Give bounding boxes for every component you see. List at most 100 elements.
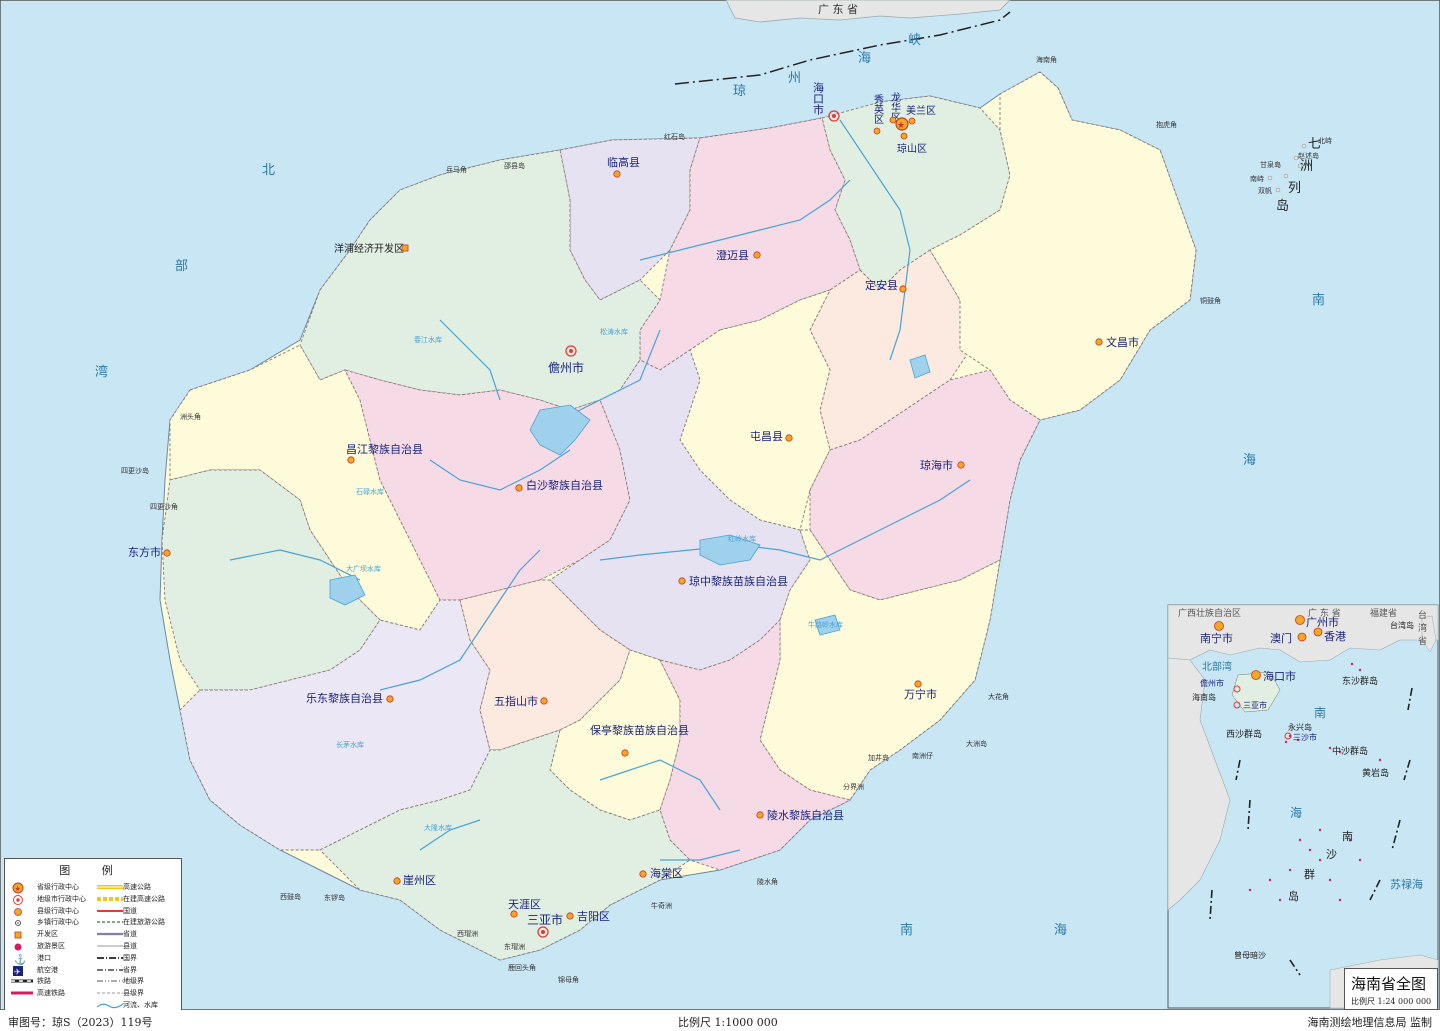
minor-label-niululing: 牛路岭水库 [808,620,843,629]
inset-title-box: 海南省全图 比例尺 1:24 000 000 [1344,968,1438,1010]
hainan-province-map: 广 东 省 海 峡 州 琼 北 部 湾 南 海 南 海 七 洲 列 岛 海口市 … [0,0,1440,1011]
place-label-lingshui: 陵水黎族自治县 [767,808,844,822]
county-symbol [11,906,33,916]
place-label-lingao: 临高县 [607,155,640,169]
minor-label-jinmu: 锦母角 [558,975,579,984]
town-symbol [11,917,33,927]
minor-label-xigu: 西鼓岛 [280,892,301,901]
minor-label-zhaoshu: 赵述岛 [1298,151,1319,160]
minor-label-chunjiang: 春江水库 [414,335,442,344]
inset-label-sansha: 三沙市 [1293,733,1317,742]
place-label-wenchang: 文昌市 [1106,335,1139,349]
inset-label-nansha: 南 [1342,830,1353,843]
place-label-haikou: 海口市 [812,81,825,116]
sea-label-qiongzhou-3: 州 [788,71,801,86]
provincial-border-symbol [97,965,123,975]
sea-label-nanhai-1: 南 [1312,292,1325,308]
inset-label-guangxi: 广西壮族自治区 [1178,609,1242,619]
approval-number: 审图号：琼S（2023）119号 [8,1016,153,1029]
minor-label-luhuitou: 鹿回头角 [508,963,536,972]
sea-label-qizhou-4: 岛 [1276,198,1289,214]
sea-label-beibu-2: 部 [175,259,188,274]
legend-item-label: 河流、水库 [123,1001,158,1009]
inset-label-nanhai: 南 [1314,706,1327,720]
legend-item-label: 高速铁路 [37,989,65,998]
map-title: 海南省全图 [1351,975,1427,993]
inset-label-beibuwan: 北部湾 [1202,662,1232,673]
legend-item-label: 乡镇行政中心 [37,918,79,927]
minor-label-daguangba: 大广坝水库 [346,564,381,573]
legend: 图 例 ★ 省级行政中心 地级市行政中心 县级行政中心 乡镇行政中心 开发区 旅游景区 ⚓ 港口… [4,858,182,1012]
inset-label-haikou: 海口市 [1263,670,1296,683]
minor-label-sigengsha-island: 四更沙岛 [121,466,149,475]
legend-item-port: ⚓ 港口 [11,952,51,966]
minor-label-ximao: 西瑁洲 [457,930,478,938]
inset-label-nansha2: 沙 [1326,848,1337,861]
place-label-dingan: 定安县 [865,278,898,292]
sea-label-qizhou-2: 洲 [1300,159,1313,174]
minor-label-dazhou: 大洲岛 [966,739,987,748]
place-label-dongfang: 东方市 [128,545,161,559]
sea-label-qiongzhou-4: 琼 [733,84,746,99]
place-label-jiyang: 吉阳区 [577,910,610,923]
minor-label-nanzhouzai: 南洲仔 [912,751,933,760]
sea-label-beibu-3: 湾 [95,364,108,380]
legend-item-scenic: 旅游景区 [11,940,65,952]
tour-road-symbol [97,917,123,927]
legend-item-label: 国界 [123,953,137,962]
prov-symbol: ★ [11,882,33,894]
sea-label-qizhou-3: 列 [1288,181,1301,196]
legend-item-county-border: 县级界 [97,987,144,999]
minor-label-nanzhi: 南峙 [1250,174,1264,183]
legend-item-label: 高速公路 [123,883,151,891]
expressway-building-symbol [97,894,123,904]
place-label-wanning: 万宁市 [904,687,937,701]
legend-title: 图 例 [59,864,127,877]
legend-item-national-border: 国界 [97,952,137,964]
footer: 审图号：琼S（2023）119号 比例尺 1:1000 000 海南测绘地理信息… [0,1010,1440,1031]
place-label-qionghai: 琼海市 [920,458,953,472]
place-label-chengmai: 澄迈县 [716,248,749,262]
legend-item-expressway: 高速公路 [97,881,151,893]
svg-text:★: ★ [15,885,21,893]
legend-item-town: 乡镇行政中心 [11,916,79,928]
publisher: 海南测绘地理信息局 监制 [1307,1016,1433,1029]
legend-item-label: 港口 [37,953,51,962]
scenic-symbol [11,941,33,951]
inset-label-taiwan: 台湾省 [1418,611,1428,647]
pref-symbol [11,894,33,905]
legend-item-label: 县级行政中心 [37,906,79,915]
legend-item-county-road: 县道 [97,940,137,952]
place-label-baoting: 保亭黎族苗族自治县 [590,723,689,737]
legend-item-label: 省道 [123,930,137,939]
minor-label-hainanjiao: 海南角 [1036,55,1057,64]
sea-label-nanhai-3: 南 [900,922,913,938]
minor-label-shaoxian: 邵县岛 [504,161,525,170]
port-symbol: ⚓ [11,953,33,966]
minor-label-dahua: 大花角 [988,692,1009,701]
place-label-meilan: 美兰区 [906,104,936,117]
inset-label-taiwan-island: 台湾岛 [1390,621,1414,630]
national-road-symbol [97,906,123,916]
provincial-road-symbol [97,929,123,939]
inset-label-fujian: 福建省 [1370,609,1398,619]
place-label-qiongshan: 琼山区 [897,142,927,155]
place-label-sanya: 三亚市 [527,912,563,927]
legend-item-prefecture-border: 地级界 [97,975,144,987]
place-label-danzhou: 儋州市 [548,360,584,375]
inset-label-nanning: 南宁市 [1200,632,1233,645]
svg-text:★: ★ [897,121,905,131]
place-label-baisha: 白沙黎族自治县 [526,478,603,492]
legend-item-pref: 地级市行政中心 [11,893,86,905]
hsr-symbol [11,988,33,998]
legend-item-rail: 铁路 [11,975,51,987]
minor-label-bingma: 兵马角 [446,165,467,174]
legend-item-provincial-border: 省界 [97,964,137,976]
legend-item-national-road: 国道 [97,905,137,917]
neighbor-province-label: 广 东 省 [818,3,858,16]
minor-label-zhoutou: 洲头角 [180,412,201,421]
minor-label-lingshuijiao: 陵水角 [757,877,778,886]
inset-label-sulu: 苏禄海 [1390,878,1423,891]
minor-label-jiajing: 加井岛 [868,753,889,762]
inset-label-sanya: 三亚市 [1243,701,1267,710]
